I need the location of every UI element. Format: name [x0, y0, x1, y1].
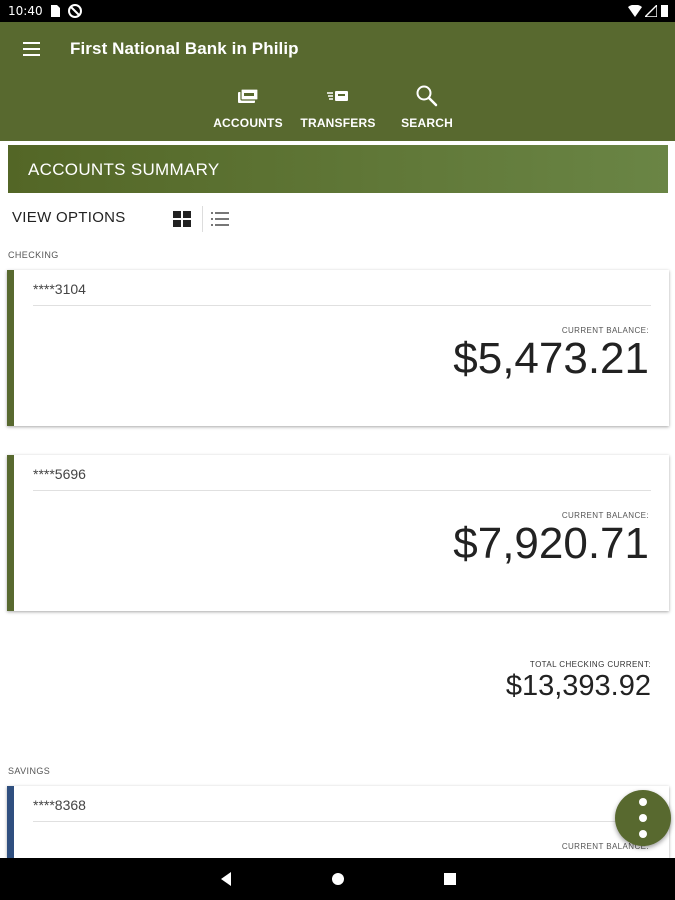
current-balance-value: $5,473.21	[453, 334, 649, 383]
transfers-icon	[327, 91, 348, 101]
blocked-notification-icon	[68, 4, 82, 18]
status-time: 10:40	[8, 4, 43, 18]
account-accent-stripe	[7, 270, 14, 426]
card-divider	[33, 490, 651, 491]
nav-transfers[interactable]: TRANSFERS	[293, 84, 383, 134]
account-number: ****3104	[33, 281, 86, 297]
grid-view-button[interactable]	[170, 207, 194, 231]
accounts-summary-header: ACCOUNTS SUMMARY	[8, 145, 668, 193]
app-bar: First National Bank in Philip ACCOUNTS T…	[0, 22, 675, 141]
more-actions-button[interactable]	[615, 790, 671, 846]
list-view-icon	[211, 212, 229, 226]
account-accent-stripe	[7, 786, 14, 858]
signal-icon	[645, 5, 657, 17]
recent-apps-icon[interactable]	[438, 868, 462, 890]
current-balance-value: $7,920.71	[453, 519, 649, 568]
account-card[interactable]: ****3104 CURRENT BALANCE: $5,473.21	[7, 270, 669, 426]
view-options-divider	[202, 206, 203, 232]
nav-accounts[interactable]: ACCOUNTS	[203, 84, 293, 134]
grid-view-icon	[173, 211, 191, 227]
checking-section-label: CHECKING	[8, 250, 59, 260]
total-checking-label: TOTAL CHECKING CURRENT:	[529, 660, 651, 669]
card-divider	[33, 305, 651, 306]
status-bar: 10:40	[0, 0, 675, 22]
battery-icon	[661, 5, 668, 17]
system-navigation-bar	[0, 858, 675, 900]
search-icon	[416, 85, 438, 107]
account-number: ****8368	[33, 797, 86, 813]
accounts-summary-title: ACCOUNTS SUMMARY	[28, 160, 220, 179]
menu-button[interactable]	[20, 40, 44, 60]
home-icon[interactable]	[326, 868, 350, 890]
nav-accounts-label: ACCOUNTS	[213, 116, 283, 130]
accounts-icon	[238, 88, 259, 103]
sim-card-icon	[51, 5, 60, 17]
account-card[interactable]: ****5696 CURRENT BALANCE: $7,920.71	[7, 455, 669, 611]
back-icon[interactable]	[214, 868, 238, 890]
app-title: First National Bank in Philip	[70, 39, 299, 58]
account-accent-stripe	[7, 455, 14, 611]
savings-section-label: SAVINGS	[8, 766, 51, 776]
nav-search[interactable]: SEARCH	[382, 84, 472, 134]
nav-transfers-label: TRANSFERS	[300, 116, 376, 130]
account-number: ****5696	[33, 466, 86, 482]
more-vertical-icon	[639, 798, 647, 806]
nav-search-label: SEARCH	[401, 116, 453, 130]
list-view-button[interactable]	[208, 207, 232, 231]
account-card[interactable]: ****8368 CURRENT BALANCE:	[7, 786, 669, 858]
total-checking-value: $13,393.92	[505, 670, 651, 702]
card-divider	[33, 821, 651, 822]
wifi-icon	[628, 5, 642, 17]
view-options-label: VIEW OPTIONS	[12, 209, 126, 226]
